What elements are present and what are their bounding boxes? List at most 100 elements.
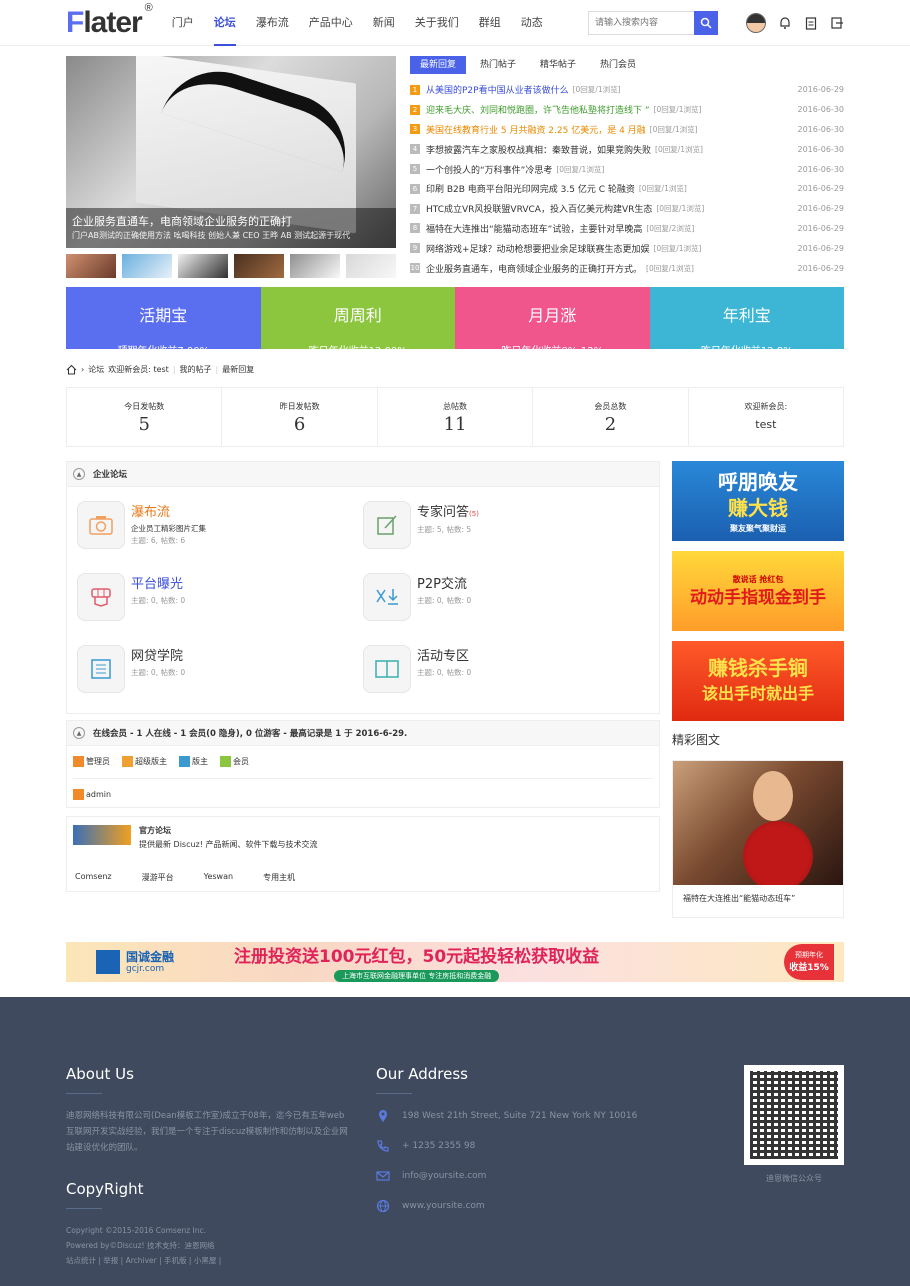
forum-item[interactable]: 平台曝光 主题: 0, 帖数: 0 xyxy=(77,569,363,641)
forum-name[interactable]: 平台曝光 xyxy=(131,576,185,594)
forum-meta: 主题: 5, 帖数: 5 xyxy=(417,525,472,534)
ad-invite-friends[interactable]: 呼朋唤友 赚大钱 聚友聚气聚财运 xyxy=(672,461,844,541)
slide-main-image[interactable]: 企业服务直通车，电商领域企业服务的正确打 门户AB测试的正确使用方法 吆喝科技 … xyxy=(66,56,396,248)
forum-name[interactable]: P2P交流 xyxy=(417,576,471,594)
friend-link[interactable]: Comsenz xyxy=(75,872,112,883)
tab-item[interactable]: 热门会员 xyxy=(590,56,646,74)
stat-value[interactable]: test xyxy=(689,418,843,431)
friend-link[interactable]: 漫游平台 xyxy=(142,872,174,883)
book-icon[interactable] xyxy=(363,645,411,693)
forum-item[interactable]: 网贷学院 主题: 0, 帖数: 0 xyxy=(77,641,363,713)
discuz-logo[interactable] xyxy=(73,825,131,845)
online-user[interactable]: admin xyxy=(73,788,111,800)
thread-title[interactable]: 美国在线教育行业 5 月共融资 2.25 亿美元，是 4 月融 xyxy=(426,123,646,136)
nav-item[interactable]: 论坛 xyxy=(204,0,246,46)
thread-row[interactable]: 8 福特在大连推出“能猫动态班车”试验，主要针对早晚高 [0回复/2浏览] 2016-… xyxy=(410,219,844,239)
pen-icon[interactable] xyxy=(363,501,411,549)
tab-item[interactable]: 精华帖子 xyxy=(530,56,586,74)
forum-item[interactable]: 专家问答(5) 主题: 5, 帖数: 5 xyxy=(363,497,649,569)
thread-date: 2016-06-30 xyxy=(797,105,845,115)
forum-name[interactable]: 网贷学院 xyxy=(131,648,185,666)
thread-row[interactable]: 4 李想披露汽车之家股权战真相：秦致昔说，如果竞购失败 [0回复/1浏览] 2016-… xyxy=(410,139,844,159)
slide-thumb[interactable] xyxy=(178,254,228,278)
friend-link[interactable]: Yeswan xyxy=(204,872,233,883)
camera-icon[interactable] xyxy=(77,501,125,549)
bottom-ad-banner[interactable]: 国诚金融 gcjr.com 注册投资送100元红包，50元起投轻松获取收益 上海市… xyxy=(66,942,844,982)
nav-item[interactable]: 门户 xyxy=(162,0,204,46)
stat-cell: 今日发帖数 5 xyxy=(67,388,223,446)
thread-title[interactable]: 印刷 B2B 电商平台阳光印网完成 3.5 亿元 C 轮融资 xyxy=(426,182,635,195)
nav-item[interactable]: 关于我们 xyxy=(405,0,469,46)
mail-icon xyxy=(376,1171,390,1181)
featured-picture[interactable]: 福特在大连推出“能猫动态班车” xyxy=(672,760,844,918)
search-button[interactable] xyxy=(694,11,718,35)
nav-item[interactable]: 动态 xyxy=(511,0,553,46)
slide-thumb[interactable] xyxy=(346,254,396,278)
clipboard-icon[interactable] xyxy=(804,16,818,30)
thread-row[interactable]: 5 一个创投人的“万科事件”冷思考 [0回复/1浏览] 2016-06-30 xyxy=(410,159,844,179)
bell-icon[interactable] xyxy=(778,16,792,30)
search-input[interactable] xyxy=(588,11,694,35)
forum-name[interactable]: 活动专区 xyxy=(417,648,471,666)
thread-row[interactable]: 7 HTC成立VR风投联盟VRVCA，投入百亿美元构建VR生态 [0回复/1浏览] 2… xyxy=(410,199,844,219)
slide-thumb[interactable] xyxy=(66,254,116,278)
thread-title[interactable]: 福特在大连推出“能猫动态班车”试验，主要针对早晚高 xyxy=(426,222,642,235)
link-title[interactable]: 官方论坛 xyxy=(139,825,318,836)
thread-row[interactable]: 6 印刷 B2B 电商平台阳光印网完成 3.5 亿元 C 轮融资 [0回复/1浏览]… xyxy=(410,179,844,199)
thread-row[interactable]: 10 企业服务直通车，电商领域企业服务的正确打开方式。 [0回复/1浏览] 2016-… xyxy=(410,258,844,278)
finance-card[interactable]: 周周利 昨日年化收益12.00% xyxy=(260,287,455,357)
latest-reply-link[interactable]: 最新回复 xyxy=(222,364,254,375)
logout-icon[interactable] xyxy=(830,16,844,30)
doc-icon[interactable] xyxy=(77,645,125,693)
footer-links[interactable]: 站点统计 | 举报 | Archiver | 手机版 | 小黑屋 | xyxy=(66,1253,376,1268)
slide-thumb[interactable] xyxy=(122,254,172,278)
thread-title[interactable]: 企业服务直通车，电商领域企业服务的正确打开方式。 xyxy=(426,262,642,275)
tab-item[interactable]: 热门帖子 xyxy=(470,56,526,74)
image-slider[interactable]: 企业服务直通车，电商领域企业服务的正确打 门户AB测试的正确使用方法 吆喝科技 … xyxy=(66,56,396,280)
slide-thumb[interactable] xyxy=(234,254,284,278)
nav-item[interactable]: 群组 xyxy=(469,0,511,46)
thread-meta: [0回复/2浏览] xyxy=(646,223,695,233)
thread-title[interactable]: 网络游戏+足球？动动枪想要把业余足球联赛生态更加娱 xyxy=(426,242,650,255)
user-avatar[interactable] xyxy=(746,13,766,33)
ad-red-packet[interactable]: 散说话 抢红包 动动手指现金到手 xyxy=(672,551,844,631)
collapse-toggle[interactable]: ▲ xyxy=(73,468,85,480)
site-logo[interactable]: Flater ® xyxy=(66,2,153,40)
home-icon[interactable] xyxy=(66,364,77,375)
ad-money-maker[interactable]: 赚钱杀手锏 该出手时就出手 xyxy=(672,641,844,721)
legend-item: 管理员 xyxy=(73,755,110,767)
thread-title[interactable]: 从美国的P2P看中国从业者该做什么 xyxy=(426,83,569,96)
my-posts-link[interactable]: 我的帖子 xyxy=(180,364,212,375)
friend-link[interactable]: 专用主机 xyxy=(263,872,295,883)
nav-item[interactable]: 产品中心 xyxy=(299,0,363,46)
thread-row[interactable]: 3 美国在线教育行业 5 月共融资 2.25 亿美元，是 4 月融 [0回复/1浏览… xyxy=(410,120,844,140)
forum-name[interactable]: 专家问答(5) xyxy=(417,504,479,523)
collapse-toggle[interactable]: ▲ xyxy=(73,727,85,739)
download-icon[interactable] xyxy=(363,573,411,621)
tab-item[interactable]: 最新回复 xyxy=(410,56,467,74)
thread-row[interactable]: 1 从美国的P2P看中国从业者该做什么 [0回复/1浏览] 2016-06-29 xyxy=(410,80,844,100)
forum-item[interactable]: 瀑布流 企业员工精彩图片汇集 主题: 6, 帖数: 6 xyxy=(77,497,363,569)
address-title: Our Address xyxy=(376,1065,468,1083)
thread-title[interactable]: HTC成立VR风投联盟VRVCA，投入百亿美元构建VR生态 xyxy=(426,202,652,215)
finance-card[interactable]: 年利宝 昨日年化收益12.8% xyxy=(649,287,844,357)
forum-name[interactable]: 瀑布流 xyxy=(131,504,206,522)
forum-item[interactable]: 活动专区 主题: 0, 帖数: 0 xyxy=(363,641,649,713)
slide-thumb[interactable] xyxy=(290,254,340,278)
thread-title[interactable]: 一个创投人的“万科事件”冷思考 xyxy=(426,163,552,176)
finance-card[interactable]: 活期宝 预期年化收益7.00% xyxy=(66,287,261,357)
stat-label: 昨日发帖数 xyxy=(279,402,320,411)
forum-item[interactable]: P2P交流 主题: 0, 帖数: 0 xyxy=(363,569,649,641)
picture-caption[interactable]: 福特在大连推出“能猫动态班车” xyxy=(673,885,843,917)
thread-title[interactable]: 迎来毛大庆、刘同和悦跑圈，许飞告他私塾将打造线下 ” xyxy=(426,103,650,116)
finance-rate: 昨日年化收益12.8% xyxy=(700,346,793,357)
thread-title[interactable]: 李想披露汽车之家股权战真相：秦致昔说，如果竞购失败 xyxy=(426,143,651,156)
nav-item[interactable]: 新闻 xyxy=(363,0,405,46)
legend-item: 会员 xyxy=(220,755,249,767)
finance-card[interactable]: 月月涨 昨日年化收益8%-12% xyxy=(455,287,650,357)
breadcrumb-forum[interactable]: 论坛 xyxy=(88,364,104,375)
gem-icon[interactable] xyxy=(77,573,125,621)
thread-row[interactable]: 9 网络游戏+足球？动动枪想要把业余足球联赛生态更加娱 [0回复/1浏览] 2016-… xyxy=(410,238,844,258)
nav-item[interactable]: 瀑布流 xyxy=(246,0,299,46)
thread-row[interactable]: 2 迎来毛大庆、刘同和悦跑圈，许飞告他私塾将打造线下 ” [0回复/1浏览] 2016… xyxy=(410,100,844,120)
